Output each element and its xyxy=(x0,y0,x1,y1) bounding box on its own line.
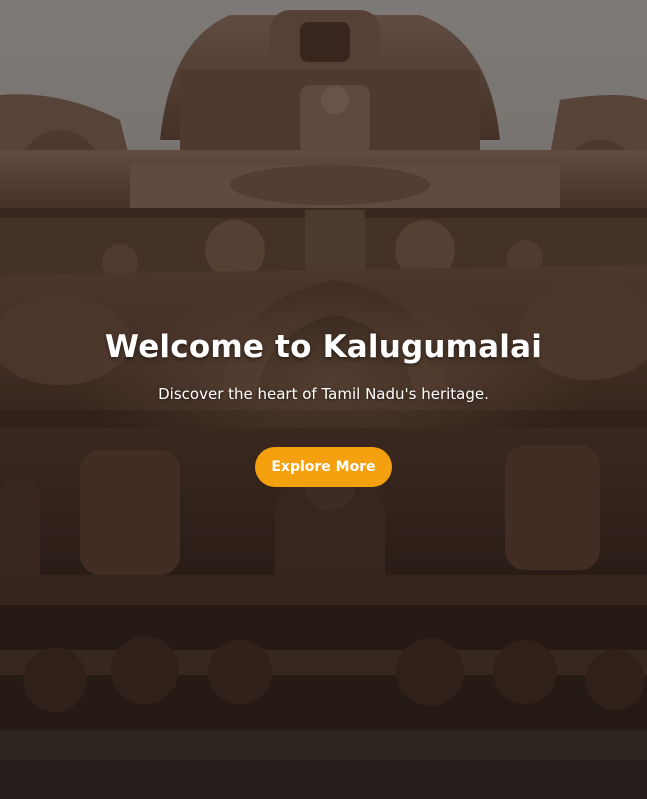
hero-title: Welcome to Kalugumalai xyxy=(104,329,543,365)
hero-content: Welcome to Kalugumalai Discover the hear… xyxy=(0,322,647,487)
hero-subtitle: Discover the heart of Tamil Nadu's herit… xyxy=(158,385,489,403)
explore-more-button[interactable]: Explore More xyxy=(255,447,392,487)
hero-section: Welcome to Kalugumalai Discover the hear… xyxy=(0,0,647,799)
